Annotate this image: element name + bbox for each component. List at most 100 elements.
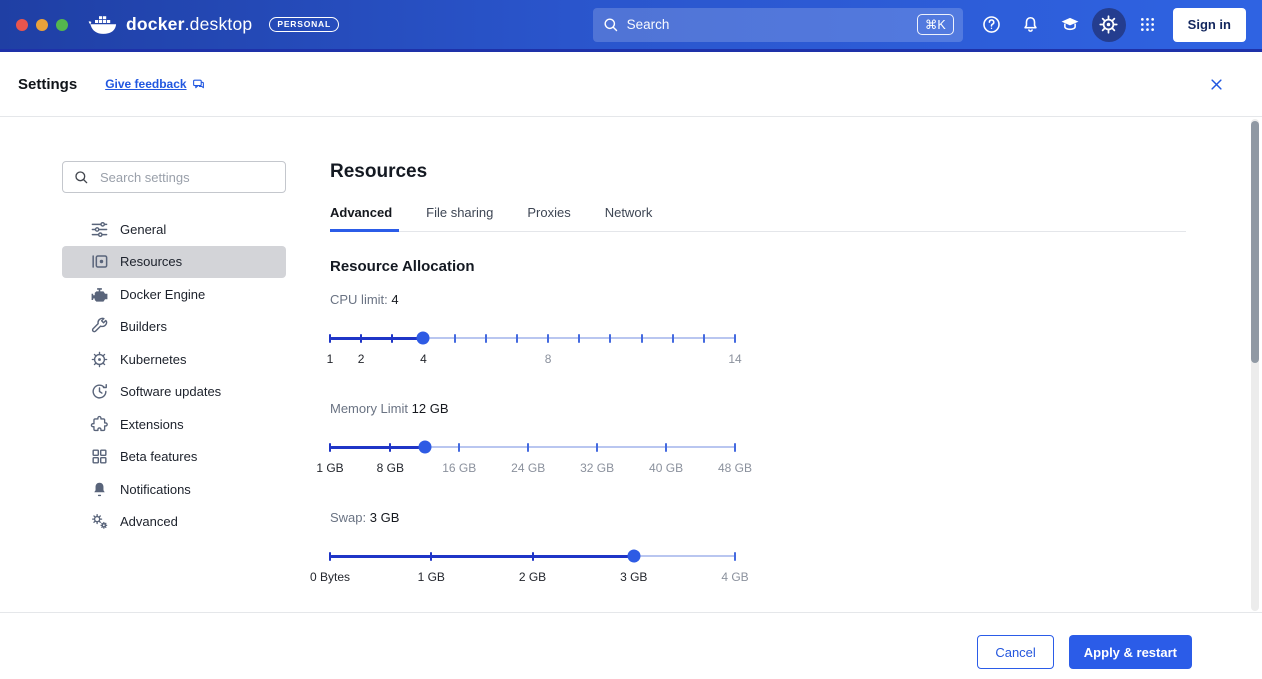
swap-slider[interactable] [330,542,735,570]
resources-tabs: Advanced File sharing Proxies Network [330,205,1186,232]
memory-limit-value: 12 GB [412,401,449,416]
scrollbar-track[interactable] [1251,119,1259,611]
sidebar-item-resources[interactable]: Resources [62,246,286,279]
memory-limit-slider-thumb[interactable] [418,441,431,454]
memory-limit-tick [329,443,331,452]
section-title: Resource Allocation [330,258,1186,275]
sidebar-item-label: Software updates [120,384,221,399]
cpu-limit-label: CPU limit: [330,292,388,307]
sidebar-item-general[interactable]: General [62,213,286,246]
plan-badge: PERSONAL [269,17,339,33]
docker-logo: docker.desktop PERSONAL [88,14,339,36]
cpu-limit-tick [734,334,736,343]
cpu-limit-slider-thumb[interactable] [417,332,430,345]
cpu-limit-tick [547,334,549,343]
cpu-limit-tick-label: 1 [327,352,334,366]
memory-limit-slider[interactable] [330,433,735,461]
docker-desktop-window: docker.desktop PERSONAL Search ⌘K [0,0,1262,679]
swap-tick-label: 3 GB [620,570,647,584]
search-shortcut-badge: ⌘K [917,14,954,35]
cpu-limit-tick [391,334,393,343]
app-title: docker.desktop [126,14,252,35]
sidebar-item-label: Docker Engine [120,287,205,302]
settings-gear-icon[interactable] [1092,8,1126,42]
memory-limit-label: Memory Limit [330,401,408,416]
swap-tick-labels: 0 Bytes1 GB2 GB3 GB4 GB [330,570,735,586]
tune-icon [90,220,109,239]
swap-tick-label: 4 GB [721,570,748,584]
cpu-limit-caption: CPU limit: 4 [330,292,735,310]
sidebar-item-label: Extensions [120,417,184,432]
close-settings-icon[interactable] [1202,70,1230,98]
cpu-limit-track-fill [330,337,423,340]
global-search-input[interactable]: Search ⌘K [593,8,963,42]
gauge-icon [90,252,109,271]
cpu-limit-slider[interactable] [330,324,735,352]
swap-slider-thumb[interactable] [627,550,640,563]
puzzle-icon [90,415,109,434]
swap-tick-label: 2 GB [519,570,546,584]
cpu-limit-tick [360,334,362,343]
sidebar-item-kubernetes[interactable]: Kubernetes [62,343,286,376]
cpu-limit-tick [609,334,611,343]
memory-limit-caption: Memory Limit 12 GB [330,401,735,419]
learning-center-icon[interactable] [1053,8,1087,42]
cpu-limit-tick [641,334,643,343]
grid-squares-icon [90,447,109,466]
give-feedback-link[interactable]: Give feedback [105,77,204,91]
sidebar-item-extensions[interactable]: Extensions [62,408,286,441]
sidebar-item-software-updates[interactable]: Software updates [62,376,286,409]
tab-network[interactable]: Network [605,205,660,232]
sidebar-search-input[interactable] [98,169,275,186]
cpu-limit-tick [485,334,487,343]
apply-restart-button[interactable]: Apply & restart [1069,635,1192,669]
memory-limit-tick [389,443,391,452]
sidebar-item-advanced[interactable]: Advanced [62,506,286,539]
search-icon [73,169,89,185]
memory-limit-tick [527,443,529,452]
bell-icon [90,480,109,499]
slider-block-swap: Swap: 3 GB0 Bytes1 GB2 GB3 GB4 GB [330,510,735,586]
cpu-limit-tick-label: 4 [420,352,427,366]
cancel-button[interactable]: Cancel [977,635,1053,669]
memory-limit-tick [458,443,460,452]
tab-file-sharing[interactable]: File sharing [426,205,500,232]
tab-proxies[interactable]: Proxies [527,205,577,232]
sliders-container: CPU limit: 4124814Memory Limit 12 GB1 GB… [330,292,1186,586]
swap-tick [532,552,534,561]
settings-footer: Cancel Apply & restart [0,612,1262,679]
cpu-limit-tick [578,334,580,343]
update-clock-icon [90,382,109,401]
memory-limit-tick-label: 24 GB [511,461,545,475]
swap-label: Swap: [330,510,366,525]
memory-limit-tick [734,443,736,452]
sidebar-item-notifications[interactable]: Notifications [62,473,286,506]
close-window-button[interactable] [16,19,28,31]
titlebar-icons [975,8,1165,42]
maximize-window-button[interactable] [56,19,68,31]
tab-advanced[interactable]: Advanced [330,205,399,232]
sidebar-item-label: Beta features [120,449,197,464]
sidebar-item-docker-engine[interactable]: Docker Engine [62,278,286,311]
sidebar-search-box[interactable] [62,161,286,193]
slider-block-cpu-limit: CPU limit: 4124814 [330,292,735,368]
apps-grid-icon[interactable] [1131,8,1165,42]
help-icon[interactable] [975,8,1009,42]
settings-sidebar: GeneralResources Docker Engine Builders Kub… [62,161,286,538]
sidebar-item-beta-features[interactable]: Beta features [62,441,286,474]
settings-header: Settings Give feedback [0,52,1262,117]
sidebar-item-label: Builders [120,319,167,334]
sign-in-button[interactable]: Sign in [1173,8,1246,42]
memory-limit-tick-label: 8 GB [377,461,404,475]
docker-whale-icon [88,14,118,36]
notifications-bell-icon[interactable] [1014,8,1048,42]
memory-limit-track-fill [330,446,425,449]
gears-icon [90,512,109,531]
minimize-window-button[interactable] [36,19,48,31]
sidebar-item-label: Notifications [120,482,191,497]
scrollbar-thumb[interactable] [1251,121,1259,363]
swap-tick-label: 1 GB [418,570,445,584]
sidebar-item-builders[interactable]: Builders [62,311,286,344]
kubernetes-icon [90,350,109,369]
memory-limit-tick-labels: 1 GB8 GB16 GB24 GB32 GB40 GB48 GB [330,461,735,477]
